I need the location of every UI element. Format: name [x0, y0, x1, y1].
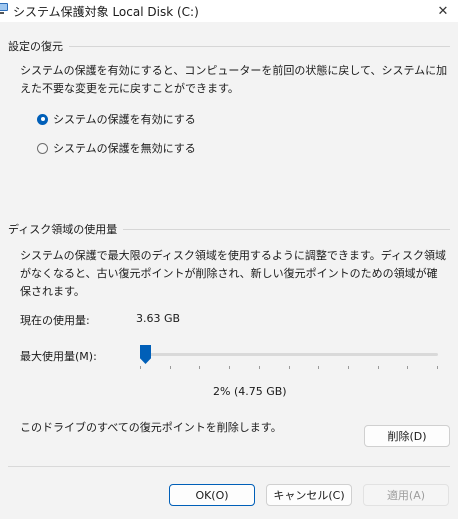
slider-tick — [437, 366, 438, 369]
delete-button[interactable]: 削除(D) — [364, 425, 450, 447]
restore-settings-description: システムの保護を有効にすると、コンピューターを前回の状態に戻して、システムに加え… — [20, 64, 448, 95]
restore-settings-group-line — [8, 46, 450, 47]
slider-tick — [318, 366, 319, 369]
slider-tick — [259, 366, 260, 369]
slider-tick — [199, 366, 200, 369]
footer-separator — [8, 466, 450, 467]
enable-protection-radio[interactable]: システムの保護を有効にする — [37, 111, 196, 127]
apply-button[interactable]: 適用(A) — [363, 484, 449, 506]
cancel-button[interactable]: キャンセル(C) — [266, 484, 352, 506]
slider-tick — [170, 366, 171, 369]
close-button[interactable]: ✕ — [428, 0, 458, 22]
max-usage-label: 最大使用量(M): — [20, 350, 97, 363]
slider-tick — [289, 366, 290, 369]
window-title: システム保護対象 Local Disk (C:) — [13, 5, 199, 19]
system-properties-icon — [0, 3, 8, 14]
current-usage-value: 3.63 GB — [136, 312, 181, 325]
current-usage-label: 現在の使用量: — [20, 314, 90, 327]
disk-usage-description: システムの保護で最大限のディスク領域を使用するように調整できます。ディスク領域が… — [20, 249, 447, 298]
max-usage-value: 2% (4.75 GB) — [213, 385, 287, 398]
max-usage-slider-track[interactable] — [140, 353, 438, 356]
max-usage-slider-thumb[interactable] — [140, 345, 151, 364]
slider-tick — [348, 366, 349, 369]
close-icon: ✕ — [437, 3, 449, 19]
slider-tick — [229, 366, 230, 369]
disable-protection-label: システムの保護を無効にする — [53, 142, 196, 155]
disable-protection-radio[interactable]: システムの保護を無効にする — [37, 140, 196, 156]
ok-button[interactable]: OK(O) — [169, 484, 255, 506]
slider-tick — [407, 366, 408, 369]
restore-settings-header: 設定の復元 — [8, 38, 69, 54]
slider-tick — [140, 366, 141, 369]
enable-protection-label: システムの保護を有効にする — [53, 113, 196, 126]
max-usage-slider-ticks — [140, 366, 438, 369]
slider-tick — [378, 366, 379, 369]
radio-selected-icon — [37, 113, 48, 125]
disk-usage-header: ディスク領域の使用量 — [8, 221, 124, 237]
radio-unselected-icon — [37, 142, 48, 154]
title-bar: システム保護対象 Local Disk (C:) ✕ — [0, 0, 458, 22]
delete-description: このドライブのすべての復元ポイントを削除します。 — [20, 421, 282, 434]
